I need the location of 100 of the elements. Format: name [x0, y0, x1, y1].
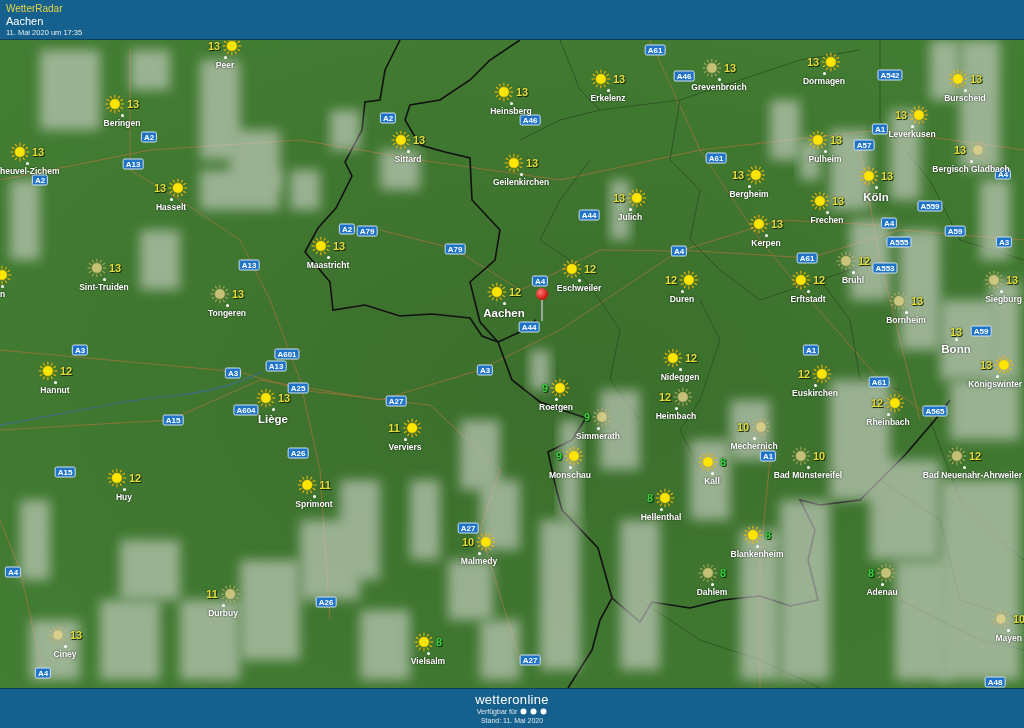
- highway-sign: A26: [315, 596, 337, 608]
- city-dot-icon: [577, 278, 581, 282]
- temperature-label: 9: [555, 450, 563, 462]
- city-dot-icon: [851, 270, 855, 274]
- city-label[interactable]: Bad Neuenahr-Ahrweiler: [922, 470, 1022, 480]
- highway-sign: A4: [880, 217, 898, 229]
- city-dot-icon: [606, 88, 610, 92]
- cloud-patch: [530, 350, 550, 390]
- city-label[interactable]: Tongeren: [207, 308, 247, 318]
- city-dot-icon: [886, 412, 890, 416]
- cloud-patch: [460, 420, 500, 490]
- city-label[interactable]: Aachen: [483, 307, 525, 320]
- city-label[interactable]: Liège: [258, 413, 288, 426]
- city-label[interactable]: Kerpen: [751, 238, 781, 248]
- temperature-label: 10: [812, 450, 826, 462]
- city-dot-icon: [509, 101, 513, 105]
- temperature-label: 12: [797, 368, 811, 380]
- temperature-label: 13: [969, 73, 983, 85]
- city-label[interactable]: Sint-Truiden: [79, 282, 129, 292]
- city-label[interactable]: Köln: [863, 191, 889, 204]
- city-dot-icon: [477, 551, 481, 555]
- highway-sign: A27: [457, 522, 479, 534]
- city-dot-icon: [223, 55, 227, 59]
- city-label[interactable]: Dormagen: [803, 76, 845, 86]
- city-label[interactable]: Erkelenz: [590, 93, 626, 103]
- temperature-label: 12: [583, 263, 597, 275]
- temperature-label: 8: [867, 567, 875, 579]
- city-label[interactable]: Maastricht: [306, 260, 350, 270]
- city-label[interactable]: Sprimont: [295, 499, 333, 509]
- temperature-label: 13: [829, 134, 843, 146]
- temperature-label: 13: [153, 182, 167, 194]
- highway-sign: A2: [379, 112, 397, 124]
- temperature-label: 12: [857, 255, 871, 267]
- city-dot-icon: [628, 207, 632, 211]
- temperature-label: 9: [541, 382, 549, 394]
- city-label[interactable]: Hellenthal: [640, 512, 682, 522]
- city-label[interactable]: Vielsalm: [410, 656, 446, 666]
- city-label[interactable]: Eschweiler: [556, 283, 602, 293]
- highway-sign: A565: [922, 405, 948, 417]
- city-label[interactable]: Heinsberg: [490, 106, 532, 116]
- city-label[interactable]: n: [0, 289, 6, 299]
- highway-sign: A46: [519, 114, 541, 126]
- temperature-label: 12: [59, 365, 73, 377]
- city-dot-icon: [1006, 628, 1010, 632]
- city-label[interactable]: Leverkusen: [888, 129, 936, 139]
- city-dot-icon: [822, 71, 826, 75]
- city-dot-icon: [403, 437, 407, 441]
- city-label[interactable]: Julich: [617, 212, 643, 222]
- city-label[interactable]: Heimbach: [655, 411, 697, 421]
- highway-sign: A61: [705, 152, 727, 164]
- city-label[interactable]: Verviers: [388, 442, 422, 452]
- city-label[interactable]: Bruhl: [841, 275, 865, 285]
- highway-sign: A553: [872, 262, 898, 274]
- city-label[interactable]: Nideggen: [660, 372, 700, 382]
- city-dot-icon: [519, 172, 523, 176]
- cloud-patch: [30, 620, 80, 680]
- city-label[interactable]: Simmerath: [576, 431, 620, 441]
- city-label[interactable]: Hasselt: [155, 202, 187, 212]
- highway-sign: A13: [122, 158, 144, 170]
- city-dot-icon: [954, 337, 958, 341]
- city-label[interactable]: Huy: [115, 492, 133, 502]
- highway-sign: A59: [970, 325, 992, 337]
- city-label[interactable]: Grevenbroich: [691, 82, 747, 92]
- highway-sign: A542: [877, 69, 903, 81]
- city-label[interactable]: Hannut: [40, 385, 70, 395]
- city-label[interactable]: Geilenkirchen: [492, 177, 550, 187]
- city-label[interactable]: Euskirchen: [792, 388, 838, 398]
- city-label[interactable]: Malmedy: [460, 556, 498, 566]
- highway-sign: A57: [853, 139, 875, 151]
- highway-sign: A4: [670, 245, 688, 257]
- city-label[interactable]: heuvel-Zichem: [0, 166, 60, 176]
- city-label[interactable]: Erftstadt: [790, 294, 826, 304]
- temperature-label: 13: [69, 629, 83, 641]
- location-pin-icon[interactable]: [535, 287, 549, 323]
- city-label[interactable]: Bad Münstereifel: [773, 470, 843, 480]
- city-label[interactable]: Duren: [669, 294, 695, 304]
- city-label[interactable]: Pulheim: [808, 154, 842, 164]
- city-label[interactable]: Bergheim: [729, 189, 769, 199]
- temperature-label: 13: [723, 62, 737, 74]
- highway-sign: A3: [476, 364, 494, 376]
- city-label[interactable]: Adenau: [866, 587, 898, 597]
- temperature-label: 11: [319, 479, 331, 491]
- cloud-patch: [140, 230, 180, 290]
- city-label[interactable]: Frechen: [810, 215, 844, 225]
- highway-sign: A13: [238, 259, 260, 271]
- cloud-patch: [120, 540, 180, 600]
- city-label[interactable]: Dahlem: [696, 587, 728, 597]
- highway-sign: A555: [886, 236, 912, 248]
- temperature-label: 10: [1012, 613, 1024, 625]
- city-dot-icon: [426, 651, 430, 655]
- temperature-label: 13: [612, 73, 626, 85]
- cloud-patch: [360, 610, 410, 680]
- temperature-label: 13: [612, 192, 626, 204]
- highway-sign: A1: [871, 123, 889, 135]
- city-label[interactable]: Roetgen: [539, 402, 573, 412]
- highway-sign: A79: [356, 225, 378, 237]
- city-label[interactable]: Beringen: [103, 118, 141, 128]
- city-dot-icon: [169, 197, 173, 201]
- temperature-label: 13: [277, 392, 291, 404]
- highway-sign: A61: [644, 44, 666, 56]
